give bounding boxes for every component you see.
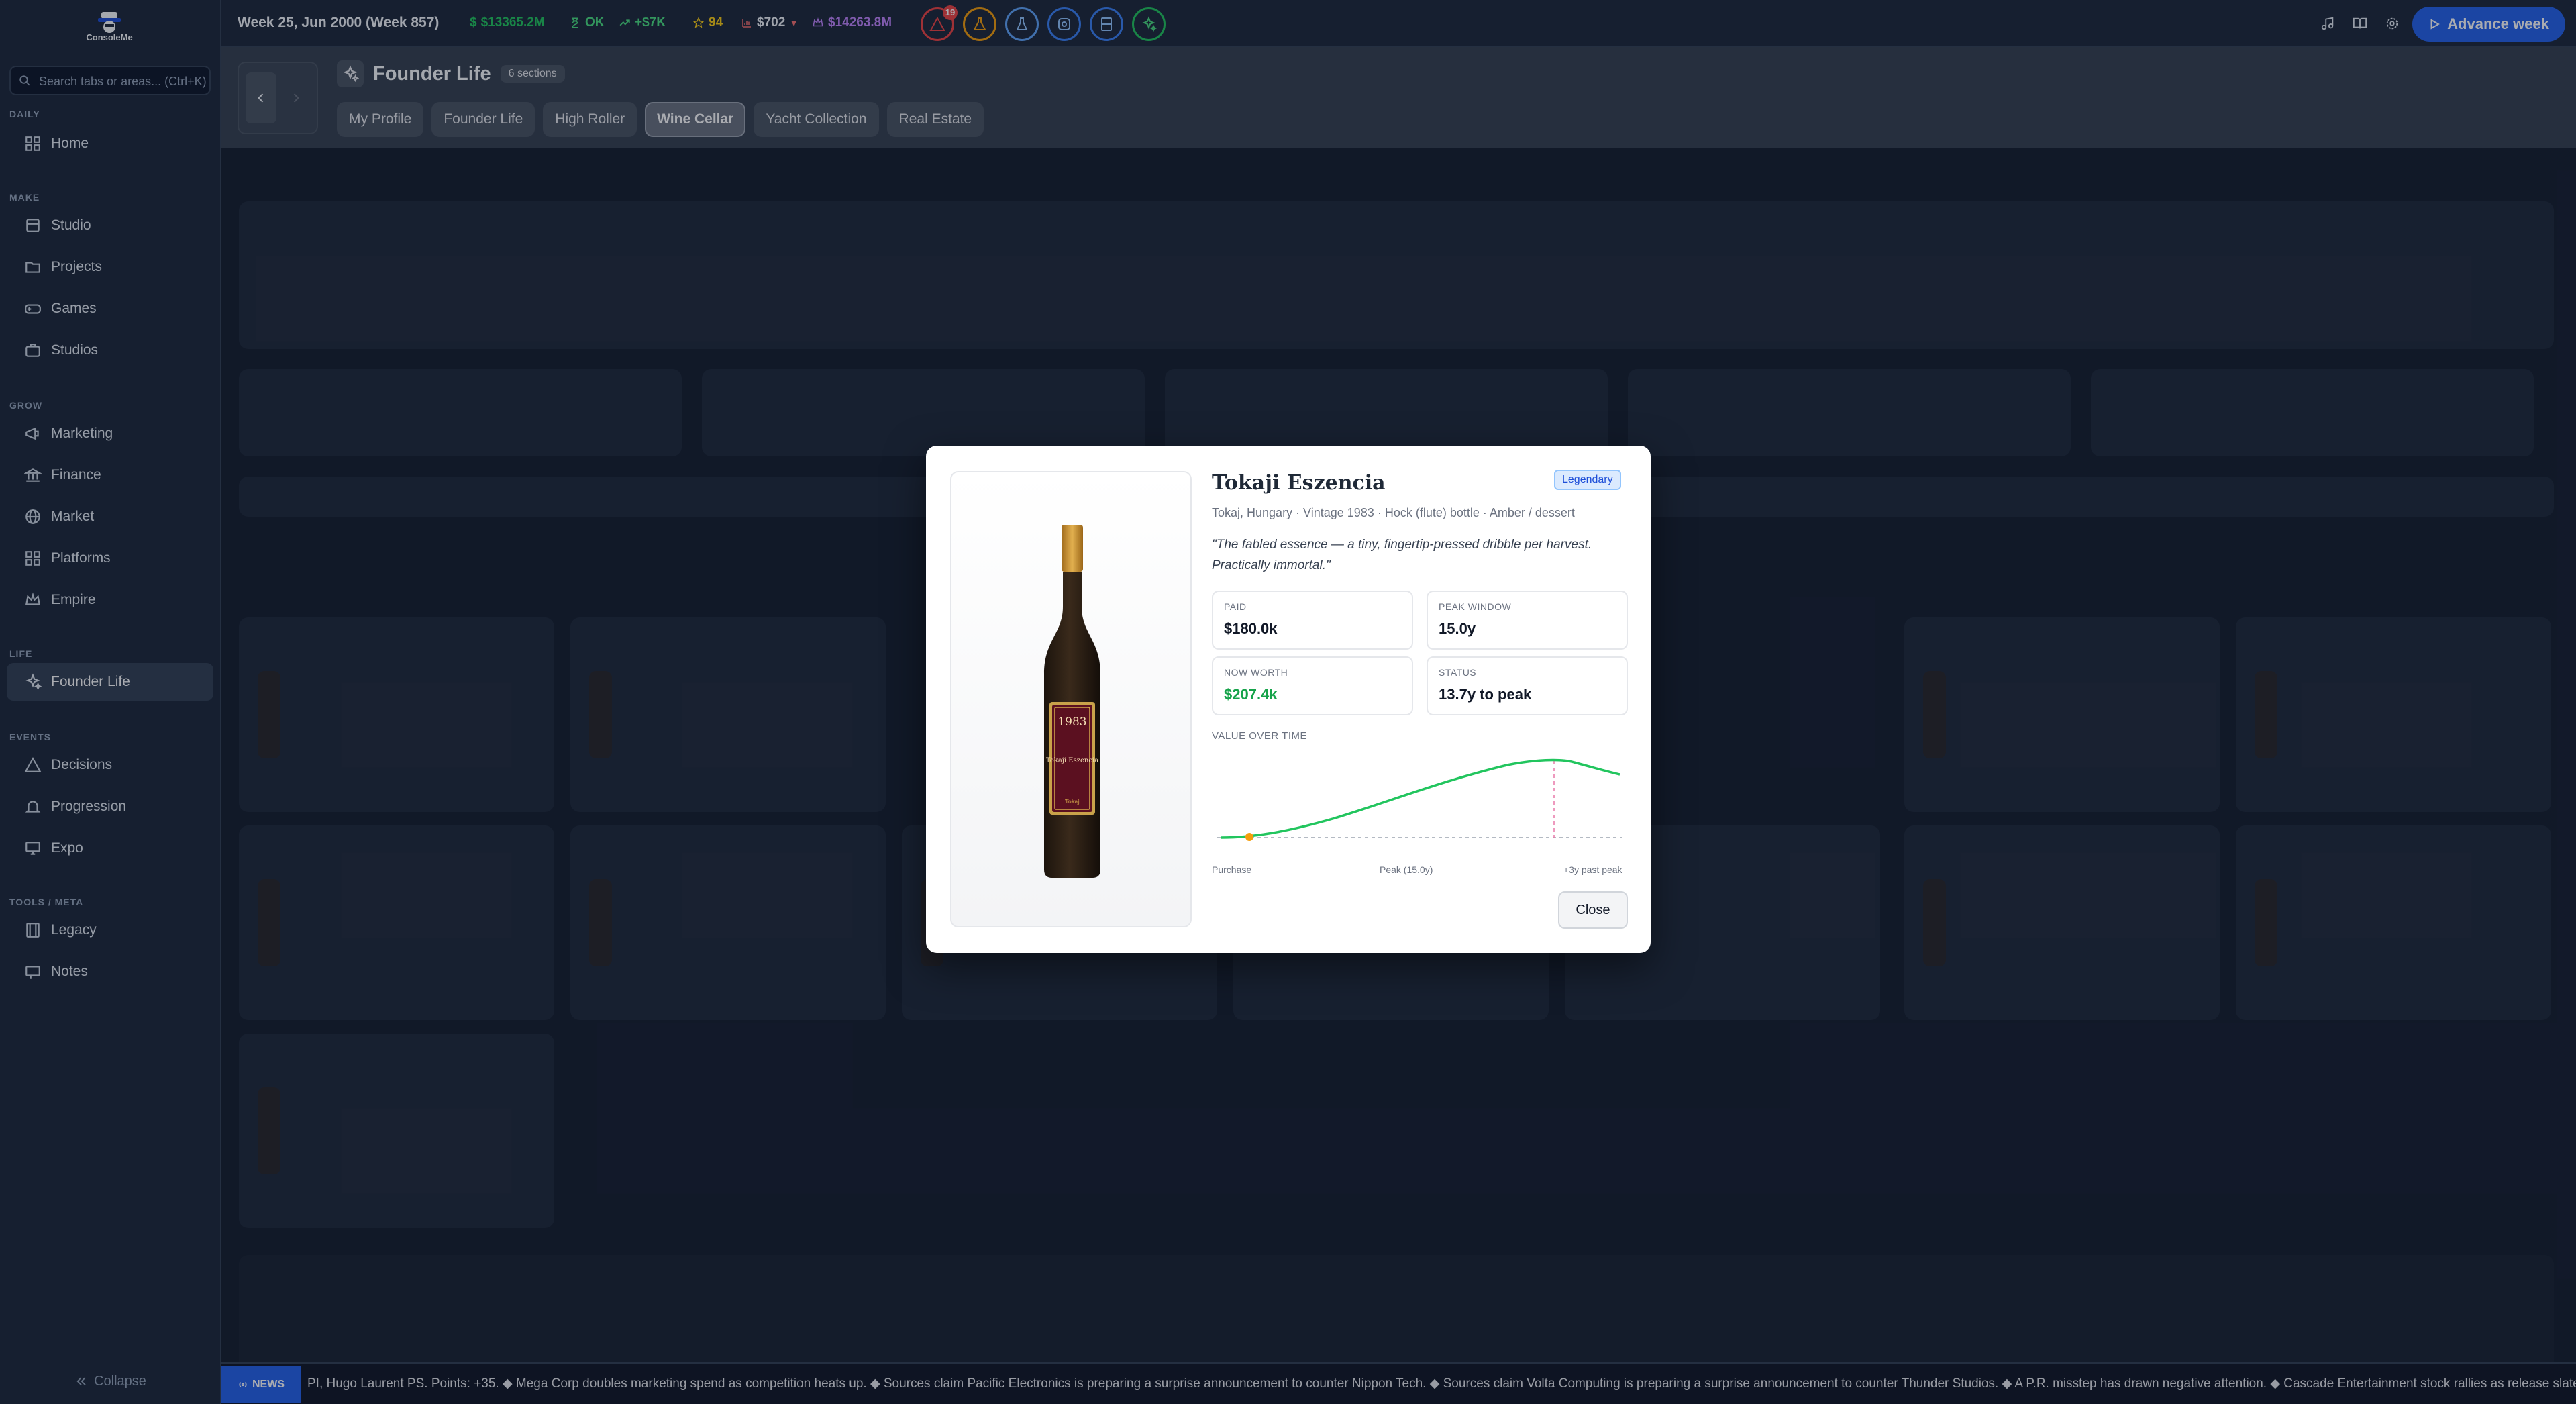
x-label-peak: Peak (15.0y) [1380, 864, 1433, 875]
close-button[interactable]: Close [1558, 891, 1628, 929]
value-over-time-chart [1217, 758, 1622, 841]
x-label-past-peak: +3y past peak [1563, 864, 1622, 875]
stat-value-now-worth: $207.4k [1224, 686, 1278, 703]
stat-label: NOW WORTH [1224, 667, 1288, 678]
stat-card-status: STATUS 13.7y to peak [1427, 656, 1628, 715]
stat-value-status: 13.7y to peak [1439, 686, 1532, 703]
bottle-label-name: Tokaji Eszencia [1045, 757, 1099, 764]
purchase-point-marker [1245, 833, 1253, 841]
value-over-time-label: VALUE OVER TIME [1212, 730, 1307, 742]
stat-label: PAID [1224, 601, 1247, 612]
stat-label: PEAK WINDOW [1439, 601, 1512, 612]
x-label-purchase: Purchase [1212, 864, 1252, 875]
wine-subtitle: Tokaj, Hungary · Vintage 1983 · Hock (fl… [1212, 506, 1575, 519]
stat-value-peak-window: 15.0y [1439, 620, 1476, 637]
stat-card-now-worth: NOW WORTH $207.4k [1212, 656, 1413, 715]
wine-bottle-illustration [1044, 525, 1100, 878]
wine-detail-modal: 1983 Tokaji Eszencia Tokaj Tokaji Eszenc… [926, 446, 1651, 953]
wine-name: Tokaji Eszencia [1212, 471, 1386, 495]
rarity-badge: Legendary [1554, 470, 1621, 490]
bottle-image-panel: 1983 Tokaji Eszencia Tokaj [950, 471, 1192, 927]
bottle-label-region: Tokaj [1065, 799, 1080, 805]
stat-card-peak-window: PEAK WINDOW 15.0y [1427, 591, 1628, 650]
value-curve [1221, 758, 1620, 839]
stat-card-paid: PAID $180.0k [1212, 591, 1413, 650]
stat-value-paid: $180.0k [1224, 620, 1278, 637]
bottle-label-year: 1983 [1058, 715, 1087, 729]
stat-label: STATUS [1439, 667, 1477, 678]
modal-overlay[interactable]: 1983 Tokaji Eszencia Tokaj Tokaji Eszenc… [0, 0, 2576, 1404]
wine-description: "The fabled essence — a tiny, fingertip-… [1212, 538, 1592, 572]
